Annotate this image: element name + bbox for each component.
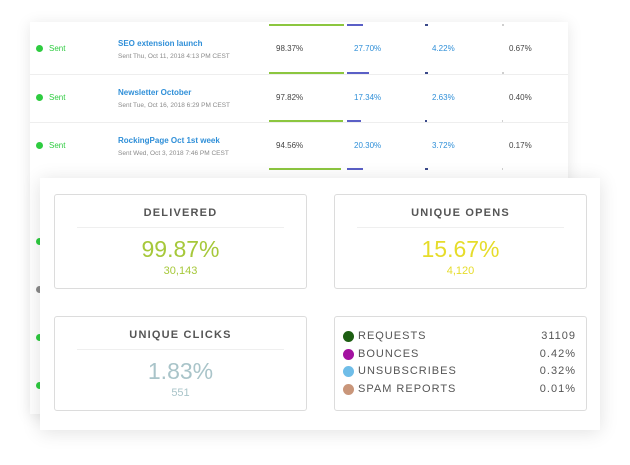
delivered-bar [269, 168, 341, 170]
metric-name: SPAM REPORTS [358, 383, 457, 395]
status-label: Sent [49, 93, 66, 102]
metric-row-bounces: BOUNCES 0.42% [343, 347, 576, 363]
metric-row-spam-reports: SPAM REPORTS 0.01% [343, 382, 576, 398]
clicks-count: 551 [171, 387, 190, 399]
status-label: Sent [49, 141, 66, 150]
campaign-title-link[interactable]: Newsletter October [118, 88, 191, 97]
other-rate: 0.67% [509, 44, 532, 53]
opens-percent: 15.67% [421, 236, 500, 262]
table-row[interactable]: Sent RockingPage Oct 1st week Sent Wed, … [30, 122, 568, 170]
delivered-count: 30,143 [163, 265, 198, 277]
table-row[interactable]: Sent SEO extension launch Sent Thu, Oct … [30, 25, 568, 73]
clicks-percent: 1.83% [147, 358, 214, 384]
metric-value: 0.42% [539, 348, 576, 360]
unsubscribes-dot [343, 366, 354, 377]
campaign-sent-date: Sent Tue, Oct 16, 2018 6:29 PM CEST [118, 102, 231, 109]
delivered-percent: 99.87% [141, 236, 220, 262]
campaign-sent-date: Sent Thu, Oct 11, 2018 4:13 PM CEST [118, 53, 230, 60]
metric-name: UNSUBSCRIBES [358, 365, 457, 377]
card-title: UNIQUE OPENS [411, 207, 510, 219]
campaign-sent-date: Sent Wed, Oct 3, 2018 7:46 PM CEST [118, 150, 229, 157]
campaign-title-link[interactable]: SEO extension launch [118, 39, 202, 48]
metric-value: 0.32% [539, 365, 576, 377]
open-rate[interactable]: 27.70% [354, 44, 381, 53]
unique-opens-card: UNIQUE OPENS 15.67% 4,120 [334, 194, 587, 289]
delivered-rate: 97.82% [276, 93, 304, 102]
requests-dot [343, 331, 354, 342]
metric-name: REQUESTS [358, 330, 427, 342]
delivered-card: DELIVERED 99.87% 30,143 [54, 194, 307, 289]
click-rate[interactable]: 3.72% [432, 141, 455, 150]
card-title: DELIVERED [143, 207, 218, 219]
status-dot [36, 142, 43, 149]
other-rate: 0.17% [509, 141, 532, 150]
opens-count: 4,120 [446, 265, 475, 277]
metric-row-requests: REQUESTS 31109 [343, 329, 576, 345]
metric-name: BOUNCES [358, 348, 420, 360]
click-rate[interactable]: 2.63% [432, 93, 455, 102]
card-divider [77, 349, 284, 350]
metric-row-unsubscribes: UNSUBSCRIBES 0.32% [343, 364, 576, 380]
unique-clicks-card: UNIQUE CLICKS 1.83% 551 [54, 316, 307, 411]
card-divider [77, 227, 284, 228]
status-dot [36, 94, 43, 101]
open-rate[interactable]: 20.30% [354, 141, 381, 150]
delivered-rate: 98.37% [276, 44, 304, 53]
metric-value: 0.01% [539, 383, 576, 395]
spam-reports-dot [343, 384, 354, 395]
click-rate[interactable]: 4.22% [432, 44, 455, 53]
card-title: UNIQUE CLICKS [129, 329, 232, 341]
delivered-rate: 94.56% [276, 141, 304, 150]
other-bar [502, 168, 503, 170]
open-rate[interactable]: 17.34% [354, 93, 381, 102]
bounces-dot [343, 349, 354, 360]
delivery-metrics-card: REQUESTS 31109 BOUNCES 0.42% UNSUBSCRIBE… [334, 316, 587, 411]
status-dot [36, 45, 43, 52]
other-rate: 0.40% [509, 93, 532, 102]
stats-overlay: DELIVERED 99.87% 30,143 UNIQUE OPENS 15.… [40, 178, 600, 430]
campaign-title-link[interactable]: RockingPage Oct 1st week [118, 136, 220, 145]
status-label: Sent [49, 44, 66, 53]
clicks-bar [425, 168, 428, 170]
card-divider [357, 227, 564, 228]
opens-bar [347, 168, 363, 170]
metric-value: 31109 [541, 330, 576, 342]
table-row[interactable]: Sent Newsletter October Sent Tue, Oct 16… [30, 74, 568, 122]
